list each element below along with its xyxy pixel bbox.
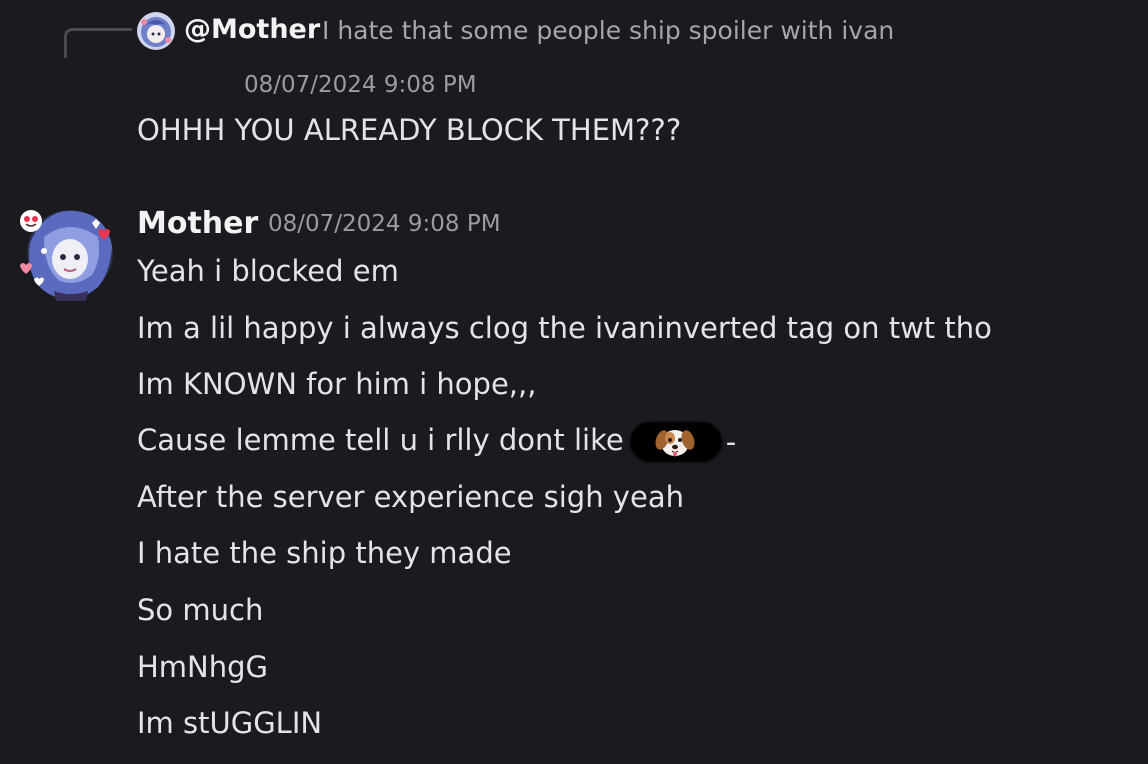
message-line: Yeah i blocked em xyxy=(137,254,399,288)
message-text: OHHH YOU ALREADY BLOCK THEM??? xyxy=(137,113,682,147)
message-timestamp: 08/07/2024 9:08 PM xyxy=(244,72,477,98)
reply-author-name[interactable]: @Mother xyxy=(184,14,320,45)
reply-avatar[interactable] xyxy=(137,12,175,50)
message-line: Im KNOWN for him i hope,,, xyxy=(137,367,537,401)
message-line: I hate the ship they made xyxy=(137,536,512,570)
reply-preview[interactable]: @Mother I hate that some people ship spo… xyxy=(0,10,1148,58)
reply-avatar-image xyxy=(137,12,175,50)
message-line: HmNhgG xyxy=(137,650,269,684)
message-timestamp: 08/07/2024 9:08 PM xyxy=(268,211,501,237)
chat-view: @Mother I hate that some people ship spo… xyxy=(0,0,1148,764)
message-line: So much xyxy=(137,593,264,627)
message-line-with-redaction: Cause lemme tell u i rlly dont like - xyxy=(137,422,736,462)
message-line: Im stUGGLIN xyxy=(137,706,323,740)
author-name[interactable]: Mother xyxy=(137,206,258,241)
reply-connector-line xyxy=(64,28,132,58)
dog-face-icon xyxy=(655,430,695,457)
redacted-emoji xyxy=(629,422,722,462)
reply-message-text[interactable]: I hate that some people ship spoiler wit… xyxy=(322,16,894,45)
message-line: Im a lil happy i always clog the ivaninv… xyxy=(137,311,992,345)
message-line-suffix: - xyxy=(725,425,737,459)
author-avatar-image xyxy=(20,210,113,301)
author-avatar[interactable] xyxy=(14,203,118,303)
message-line: After the server experience sigh yeah xyxy=(137,480,684,514)
message-line-text: Cause lemme tell u i rlly dont like xyxy=(137,423,624,457)
